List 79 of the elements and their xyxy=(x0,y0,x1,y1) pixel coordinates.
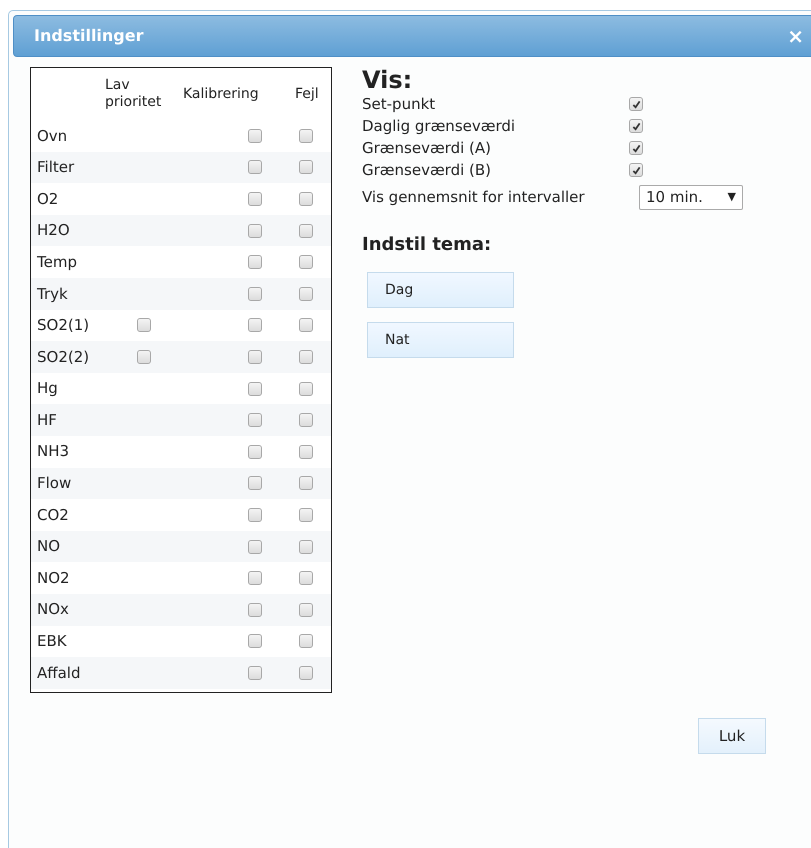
theme-button[interactable]: Dag xyxy=(367,272,514,308)
row-label: NH3 xyxy=(36,441,70,462)
checkbox[interactable] xyxy=(248,318,262,332)
row-label: CO2 xyxy=(36,504,70,526)
row-label: Temp xyxy=(36,252,78,273)
checkbox[interactable] xyxy=(629,119,643,133)
row-label: O2 xyxy=(36,188,60,210)
section-heading: Indstil tema: xyxy=(362,233,492,257)
theme-button[interactable]: Nat xyxy=(367,322,514,358)
row-label: Tryk xyxy=(36,284,69,305)
checkbox[interactable] xyxy=(248,350,262,364)
checkbox[interactable] xyxy=(299,602,314,617)
row-label: SO2(1) xyxy=(36,315,90,336)
row-label: Filter xyxy=(36,157,76,178)
checkbox[interactable] xyxy=(299,128,314,143)
option-label: Grænseværdi (A) xyxy=(362,138,492,159)
close-dialog-button[interactable]: Luk xyxy=(698,718,766,754)
row-label: Hg xyxy=(36,378,59,400)
checkbox[interactable] xyxy=(299,444,314,459)
checkbox[interactable] xyxy=(248,160,262,174)
checkbox[interactable] xyxy=(248,255,262,270)
checkbox[interactable] xyxy=(299,634,314,648)
column-header: Fejl xyxy=(294,84,320,104)
option-label: Daglig grænseværdi xyxy=(362,116,516,137)
checkbox[interactable] xyxy=(248,540,262,554)
option-label: Vis gennemsnit for intervaller xyxy=(362,186,586,208)
checkbox[interactable] xyxy=(248,476,262,490)
row-label: H2O xyxy=(36,220,71,242)
checkbox[interactable] xyxy=(137,350,152,364)
checkbox[interactable] xyxy=(248,224,262,238)
checkbox[interactable] xyxy=(248,192,262,206)
check-icon xyxy=(632,122,640,130)
checkbox[interactable] xyxy=(248,382,262,396)
check-icon xyxy=(632,144,640,152)
checkbox[interactable] xyxy=(299,382,314,396)
window-title: Indstillinger xyxy=(34,25,144,47)
checkbox[interactable] xyxy=(248,286,262,301)
checkbox[interactable] xyxy=(248,666,262,680)
checkbox[interactable] xyxy=(248,444,262,459)
row-label: SO2(2) xyxy=(36,346,90,368)
checkbox[interactable] xyxy=(299,476,314,490)
interval-select[interactable]: 10 min. ▼ xyxy=(639,184,743,210)
check-icon xyxy=(632,100,640,108)
checkbox[interactable] xyxy=(248,602,262,617)
checkbox[interactable] xyxy=(248,571,262,586)
row-label: NO2 xyxy=(36,568,71,589)
row-label: EBK xyxy=(36,631,68,652)
checkbox[interactable] xyxy=(299,540,314,554)
checkbox[interactable] xyxy=(299,160,314,174)
checkbox[interactable] xyxy=(299,318,314,332)
checkbox[interactable] xyxy=(629,97,643,111)
checkbox[interactable] xyxy=(299,255,314,270)
checkbox[interactable] xyxy=(629,163,643,177)
row-label: NO xyxy=(36,536,62,558)
checkbox[interactable] xyxy=(299,224,314,238)
check-icon xyxy=(632,166,640,174)
checkbox[interactable] xyxy=(248,128,262,143)
column-header: Lav prioritet xyxy=(105,77,162,111)
checkbox[interactable] xyxy=(299,571,314,586)
option-label: Grænseværdi (B) xyxy=(362,160,492,181)
checkbox[interactable] xyxy=(299,350,314,364)
checkbox[interactable] xyxy=(299,666,314,680)
checkbox[interactable] xyxy=(299,413,314,428)
checkbox[interactable] xyxy=(248,508,262,522)
row-label: Flow xyxy=(36,473,72,494)
checkbox[interactable] xyxy=(299,508,314,522)
checkbox[interactable] xyxy=(248,413,262,428)
section-heading: Vis: xyxy=(362,67,412,93)
row-label: HF xyxy=(36,410,58,431)
checkbox[interactable] xyxy=(299,286,314,301)
column-header: Kalibrering xyxy=(182,84,260,104)
row-label: Affald xyxy=(36,662,82,684)
checkbox[interactable] xyxy=(248,634,262,648)
checkbox[interactable] xyxy=(137,318,152,332)
row-label: Ovn xyxy=(36,126,68,147)
option-label: Set-punkt xyxy=(362,94,436,115)
checkbox[interactable] xyxy=(299,192,314,206)
row-label: NOx xyxy=(36,599,70,620)
checkbox[interactable] xyxy=(629,141,643,155)
